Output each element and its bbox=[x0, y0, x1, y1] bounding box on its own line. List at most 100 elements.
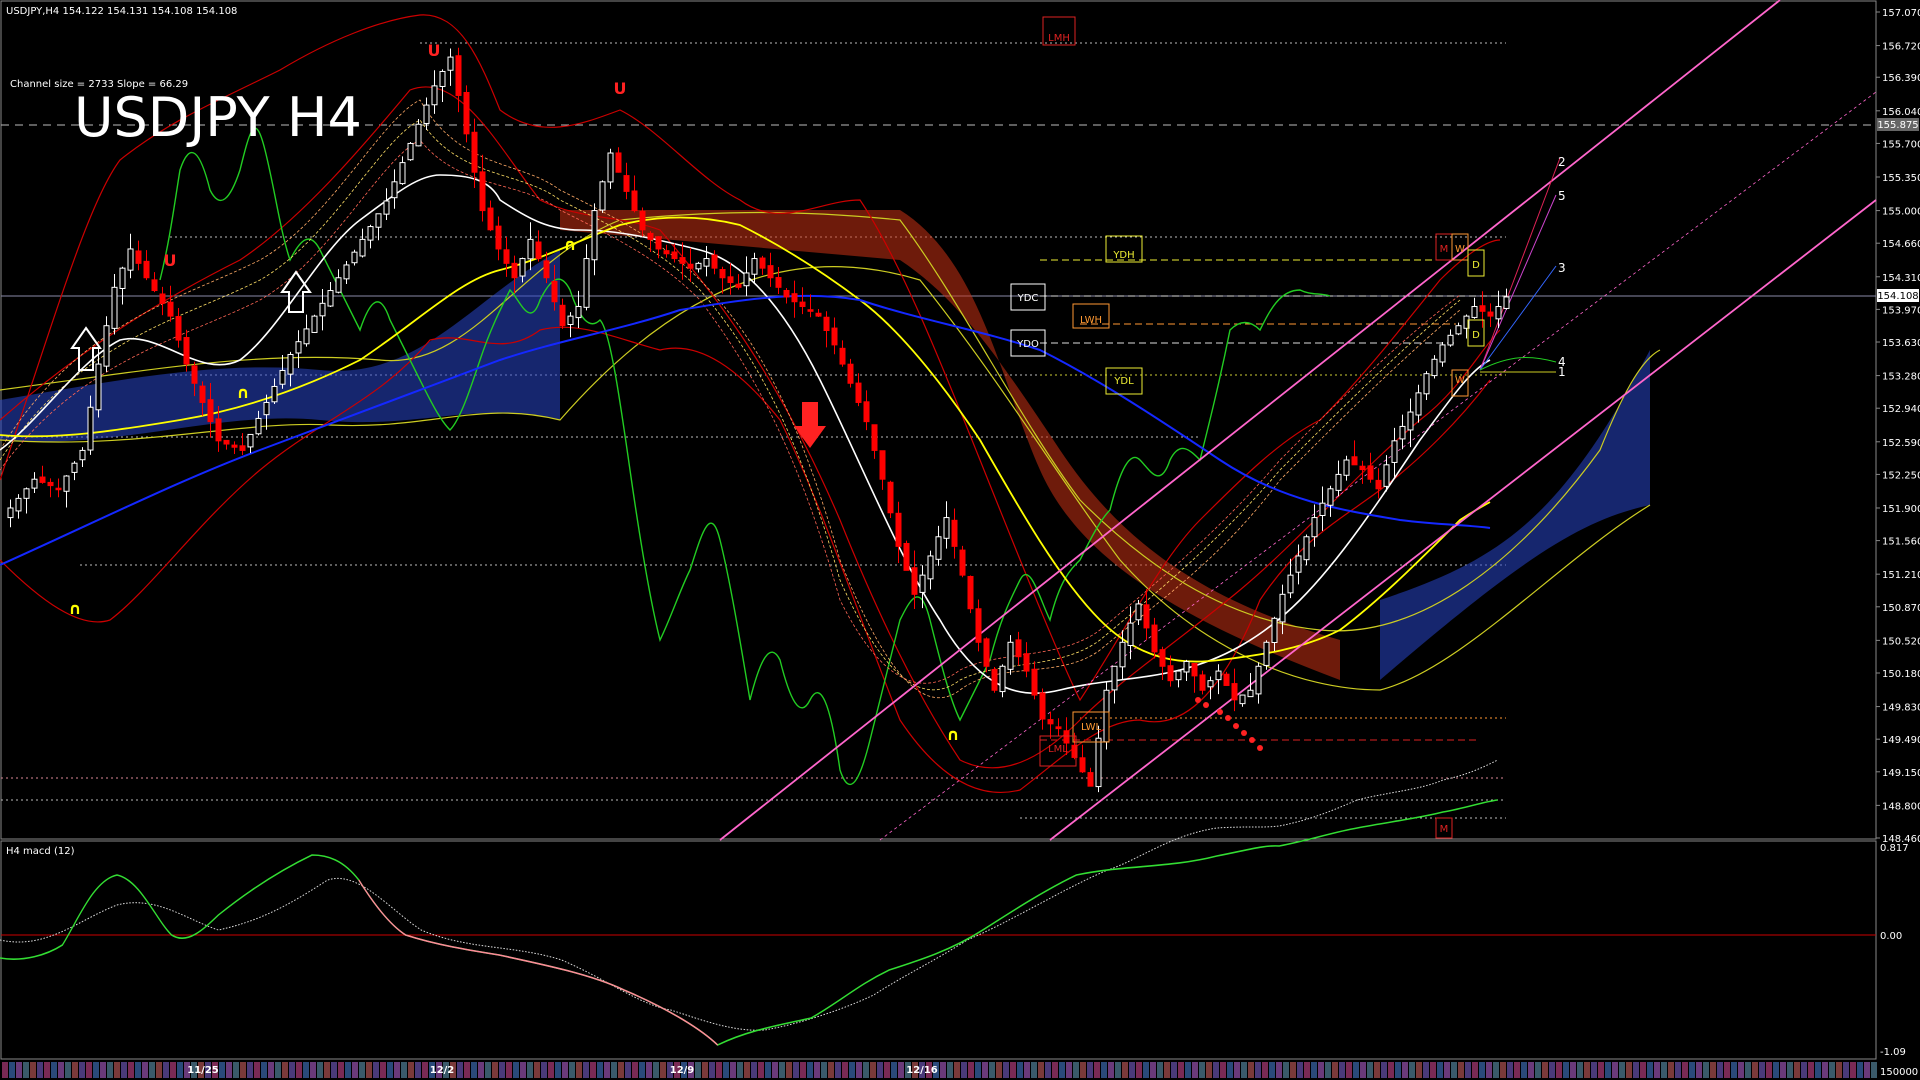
time-strip-segment bbox=[1045, 1062, 1051, 1078]
m-bottom-label: M bbox=[1440, 824, 1449, 835]
time-strip-segment bbox=[1479, 1062, 1485, 1078]
candle-bear bbox=[1039, 692, 1046, 720]
time-strip-segment bbox=[954, 1062, 960, 1078]
m-top-label: M bbox=[1440, 244, 1449, 255]
candle-bear bbox=[231, 444, 238, 448]
time-strip-segment bbox=[646, 1062, 652, 1078]
candle-bull bbox=[63, 475, 70, 492]
candle-bear bbox=[1199, 674, 1206, 691]
time-strip-segment bbox=[793, 1062, 799, 1078]
time-strip-segment bbox=[1843, 1062, 1849, 1078]
time-strip-segment bbox=[121, 1062, 127, 1078]
time-strip-segment bbox=[1353, 1062, 1359, 1078]
candle-bear bbox=[543, 260, 550, 279]
time-strip-segment bbox=[1836, 1062, 1842, 1078]
candle-bear bbox=[687, 263, 694, 269]
candle-bull bbox=[15, 497, 22, 512]
time-strip-segment bbox=[492, 1062, 498, 1078]
time-strip-segment bbox=[1458, 1062, 1464, 1078]
candle-bear bbox=[487, 207, 494, 231]
time-strip-segment bbox=[562, 1062, 568, 1078]
candle-bull bbox=[1423, 373, 1430, 395]
candle-bear bbox=[759, 257, 766, 269]
lmh-label: LMH bbox=[1048, 33, 1070, 44]
candle-bull bbox=[247, 433, 254, 448]
candle-bear bbox=[727, 276, 734, 284]
candle-bull bbox=[743, 272, 750, 287]
candle-bull bbox=[607, 152, 614, 183]
candle-bull bbox=[423, 104, 430, 124]
time-strip-segment bbox=[1129, 1062, 1135, 1078]
time-strip-segment bbox=[1528, 1062, 1534, 1078]
time-strip-segment bbox=[177, 1062, 183, 1078]
price-tick-label: 156.720 bbox=[1882, 42, 1920, 53]
candle-bull bbox=[23, 488, 30, 499]
time-strip-segment bbox=[1731, 1062, 1737, 1078]
w-mid-label: W bbox=[1455, 375, 1465, 386]
candle-bear bbox=[55, 487, 62, 491]
candle-bull bbox=[1247, 689, 1254, 698]
time-strip-segment bbox=[338, 1062, 344, 1078]
time-strip-segment bbox=[1780, 1062, 1786, 1078]
candle-bull bbox=[87, 406, 94, 451]
time-label-3: 12/9 bbox=[670, 1065, 695, 1076]
time-strip-segment bbox=[1416, 1062, 1422, 1078]
candle-bear bbox=[895, 512, 902, 547]
candle-bull bbox=[567, 315, 574, 325]
w-top-label: W bbox=[1455, 244, 1465, 255]
time-strip-segment bbox=[569, 1062, 575, 1078]
lwh-label: LWH bbox=[1080, 315, 1102, 326]
candle-bull bbox=[1399, 425, 1406, 440]
time-strip-segment bbox=[93, 1062, 99, 1078]
candle-bear bbox=[1191, 662, 1198, 677]
time-strip-segment bbox=[1381, 1062, 1387, 1078]
candle-bull bbox=[1095, 737, 1102, 788]
time-strip-segment bbox=[1724, 1062, 1730, 1078]
candle-bear bbox=[855, 382, 862, 403]
time-strip-segment bbox=[1304, 1062, 1310, 1078]
candle-bull bbox=[1183, 660, 1190, 673]
time-strip-segment bbox=[1402, 1062, 1408, 1078]
time-strip-segment bbox=[653, 1062, 659, 1078]
ref-price-tag: 155.875 bbox=[1877, 118, 1919, 131]
time-strip-segment bbox=[79, 1062, 85, 1078]
time-strip-segment bbox=[373, 1062, 379, 1078]
time-strip-segment bbox=[1311, 1062, 1317, 1078]
candle-bear bbox=[1487, 311, 1494, 317]
candle-bull bbox=[527, 238, 534, 260]
candle-bear bbox=[815, 312, 822, 317]
time-strip-segment bbox=[814, 1062, 820, 1078]
time-strip-segment bbox=[128, 1062, 134, 1078]
candle-bull bbox=[351, 251, 358, 264]
time-strip-segment bbox=[527, 1062, 533, 1078]
candle-bull bbox=[1119, 641, 1126, 668]
candle-bull bbox=[1279, 593, 1286, 623]
candle-bear bbox=[1375, 479, 1382, 490]
time-strip-segment bbox=[1661, 1062, 1667, 1078]
time-strip-segment bbox=[226, 1062, 232, 1078]
candle-bear bbox=[471, 131, 478, 173]
time-strip-segment bbox=[1052, 1062, 1058, 1078]
time-strip-segment bbox=[898, 1062, 904, 1078]
candle-bull bbox=[1495, 306, 1502, 320]
time-strip-segment bbox=[1192, 1062, 1198, 1078]
time-strip-segment bbox=[520, 1062, 526, 1078]
candle-bull bbox=[383, 200, 390, 215]
candle-bear bbox=[479, 171, 486, 212]
time-strip-segment bbox=[282, 1062, 288, 1078]
time-strip-segment bbox=[842, 1062, 848, 1078]
time-strip-segment bbox=[240, 1062, 246, 1078]
candle-bear bbox=[807, 309, 814, 312]
candle-bull bbox=[1263, 641, 1270, 666]
candle-bear bbox=[1087, 772, 1094, 787]
time-strip-segment bbox=[1325, 1062, 1331, 1078]
time-strip-segment bbox=[1745, 1062, 1751, 1078]
time-strip-segment bbox=[422, 1062, 428, 1078]
candle-bear bbox=[199, 385, 206, 403]
time-label-2: 12/2 bbox=[430, 1065, 455, 1076]
time-strip-segment bbox=[1332, 1062, 1338, 1078]
time-strip-segment bbox=[723, 1062, 729, 1078]
time-strip-segment bbox=[597, 1062, 603, 1078]
time-strip-segment bbox=[1066, 1062, 1072, 1078]
time-strip-segment bbox=[58, 1062, 64, 1078]
